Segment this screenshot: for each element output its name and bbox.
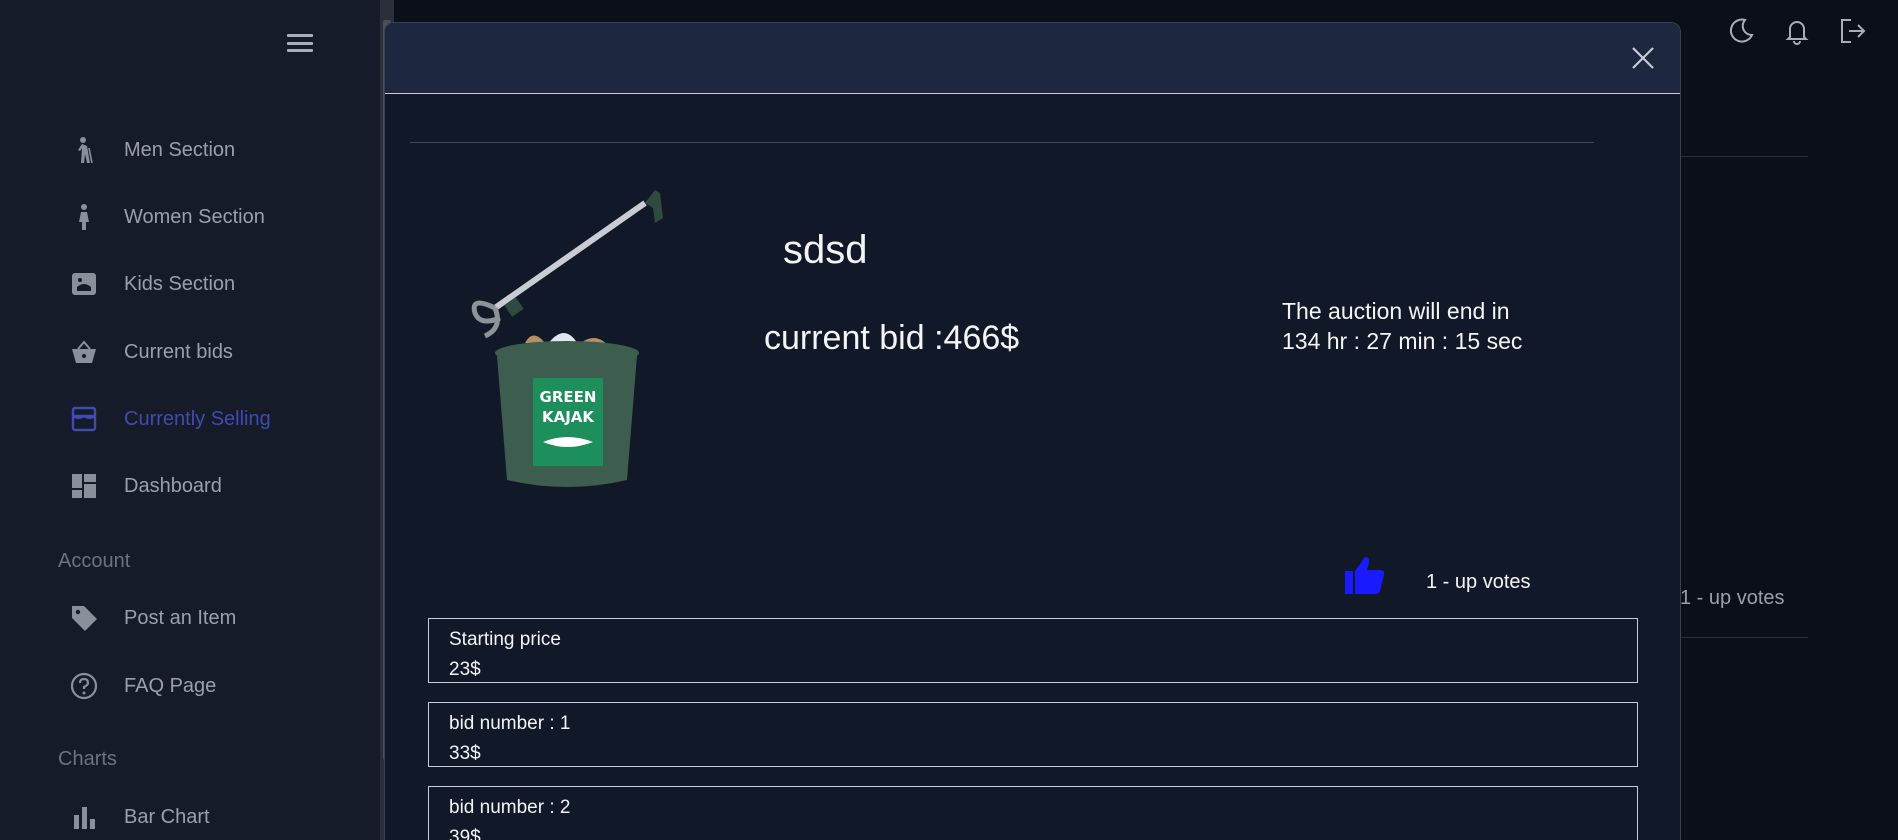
modal-header [385, 23, 1680, 94]
logout-icon[interactable] [1838, 16, 1868, 46]
basket-icon [70, 338, 98, 366]
sidebar-item-label: Currently Selling [124, 407, 271, 430]
current-bid: current bid :466$ [764, 319, 1020, 357]
background-divider [1681, 156, 1808, 157]
thumbs-up-icon[interactable] [1343, 553, 1387, 597]
bell-icon[interactable] [1782, 16, 1812, 46]
moon-icon[interactable] [1726, 16, 1756, 46]
background-divider [1681, 637, 1808, 638]
sidebar-item-women[interactable]: Women Section [70, 203, 265, 231]
bar-chart-icon [70, 803, 98, 831]
woman-icon [70, 203, 98, 231]
person-cane-icon [70, 136, 98, 164]
bid-label: bid number : 1 [449, 713, 571, 734]
sidebar-item-men[interactable]: Men Section [70, 136, 235, 164]
close-icon[interactable] [1628, 43, 1658, 73]
sidebar-item-label: Kids Section [124, 272, 236, 295]
bid-label: Starting price [449, 629, 561, 650]
kids-icon [70, 270, 98, 298]
sidebar-item-currently-selling[interactable]: Currently Selling [70, 405, 271, 433]
storefront-icon [70, 405, 98, 433]
sidebar: Men Section Women Section Kids Section C… [0, 0, 380, 840]
upvotes-count: 1 - up votes [1426, 571, 1531, 593]
hamburger-menu-icon[interactable] [287, 32, 313, 54]
sidebar-item-label: Dashboard [124, 474, 222, 497]
auction-countdown: The auction will end in 134 hr : 27 min … [1282, 296, 1522, 356]
bid-value: 33$ [449, 743, 481, 764]
item-modal: GREEN KAJAK sdsd current bid :466$ The a… [384, 22, 1681, 840]
logo-text: GREEN [540, 388, 597, 406]
logo-text: KAJAK [542, 408, 595, 426]
sidebar-item-kids[interactable]: Kids Section [70, 270, 235, 298]
bid-value: 39$ [449, 827, 481, 840]
bid-entry: bid number : 2 39$ [428, 786, 1638, 840]
sidebar-item-post-item[interactable]: Post an Item [70, 604, 236, 632]
sidebar-item-label: Current bids [124, 340, 233, 363]
sidebar-item-label: Bar Chart [124, 805, 210, 828]
bid-entry: bid number : 1 33$ [428, 702, 1638, 767]
sidebar-item-label: Women Section [124, 205, 265, 228]
auction-end-timer: 134 hr : 27 min : 15 sec [1282, 328, 1523, 354]
account-heading: Account [58, 550, 131, 572]
bid-value: 23$ [449, 659, 481, 680]
product-name: sdsd [783, 228, 868, 272]
sidebar-item-current-bids[interactable]: Current bids [70, 338, 233, 366]
auction-end-label: The auction will end in [1282, 298, 1510, 324]
sidebar-item-label: Men Section [124, 138, 236, 161]
bid-label: bid number : 2 [449, 797, 571, 818]
product-image: GREEN KAJAK [455, 178, 685, 498]
modal-divider [410, 142, 1594, 143]
sidebar-item-label: FAQ Page [124, 674, 217, 697]
help-circle-icon [70, 672, 98, 700]
charts-heading: Charts [58, 748, 117, 770]
sidebar-item-faq[interactable]: FAQ Page [70, 672, 216, 700]
sidebar-item-bar-chart[interactable]: Bar Chart [70, 803, 210, 831]
topbar-icons [1726, 16, 1868, 46]
sidebar-item-dashboard[interactable]: Dashboard [70, 472, 222, 500]
sidebar-item-label: Post an Item [124, 606, 237, 629]
bid-entry: Starting price 23$ [428, 618, 1638, 683]
dashboard-icon [70, 472, 98, 500]
tag-icon [70, 604, 98, 632]
background-upvotes-text: 1 - up votes [1680, 587, 1785, 609]
